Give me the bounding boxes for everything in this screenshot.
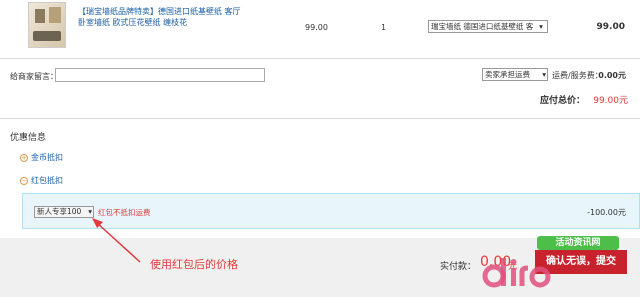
red-envelope-toggle[interactable]: − 红包抵扣 bbox=[20, 175, 63, 186]
dropdown-arrow-icon: ▾ bbox=[539, 22, 543, 31]
coupon-note: 红包不抵扣运费 bbox=[98, 208, 151, 217]
coin-deduction-label: 金币抵扣 bbox=[31, 153, 63, 162]
thumbnail-art bbox=[49, 7, 61, 23]
divider bbox=[0, 58, 640, 59]
shipping-fee-label: 运费/服务费： bbox=[552, 71, 603, 80]
coupon-select[interactable]: 新人专享100 ▾ bbox=[34, 206, 94, 218]
thumbnail-sofa bbox=[33, 31, 61, 41]
shipping-select-value: 卖家承担运费 bbox=[485, 70, 530, 79]
message-label: 给商家留言： bbox=[10, 72, 58, 81]
thumbnail-art bbox=[35, 9, 45, 23]
shipping-fee-value: 0.00元 bbox=[598, 71, 626, 80]
dropdown-arrow-icon: ▾ bbox=[542, 70, 546, 79]
watermark-badge: 活动资讯网 bbox=[537, 236, 619, 250]
promotions-title: 优惠信息 bbox=[10, 133, 47, 143]
total-price-value: 99.00元 bbox=[593, 96, 628, 106]
coin-deduction-toggle[interactable]: + 金币抵扣 bbox=[20, 152, 63, 163]
watermark-logo-icon bbox=[482, 258, 551, 288]
annotation-text: 使用红包后的价格 bbox=[150, 258, 238, 271]
shipping-select[interactable]: 卖家承担运费 ▾ bbox=[482, 68, 548, 81]
spec-select-value: 瑞宝墙纸 德国进口纸基壁纸 客 bbox=[431, 22, 534, 31]
product-quantity: 1 bbox=[381, 23, 387, 32]
divider bbox=[0, 118, 640, 119]
collapse-icon: − bbox=[20, 176, 28, 185]
coupon-discount-amount: -100.00元 bbox=[587, 208, 626, 217]
red-envelope-label: 红包抵扣 bbox=[31, 176, 63, 185]
coupon-select-value: 新人专享100 bbox=[37, 207, 82, 216]
product-subtotal: 99.00 bbox=[596, 22, 625, 32]
product-title-link[interactable]: 【瑞宝墙纸品牌特卖】德国进口纸基壁纸 客厅卧室墙纸 欧式压花壁纸 缠枝花 bbox=[78, 6, 248, 28]
product-spec-select[interactable]: 瑞宝墙纸 德国进口纸基壁纸 客 ▾ bbox=[428, 20, 548, 33]
product-thumbnail[interactable] bbox=[28, 2, 66, 48]
seller-message-input[interactable] bbox=[55, 68, 265, 82]
total-price-label: 应付总价： bbox=[540, 96, 586, 106]
expand-icon: + bbox=[20, 153, 28, 162]
paid-label: 实付款： bbox=[440, 262, 477, 272]
product-unit-price: 99.00 bbox=[305, 23, 328, 32]
dropdown-arrow-icon: ▾ bbox=[88, 207, 92, 216]
